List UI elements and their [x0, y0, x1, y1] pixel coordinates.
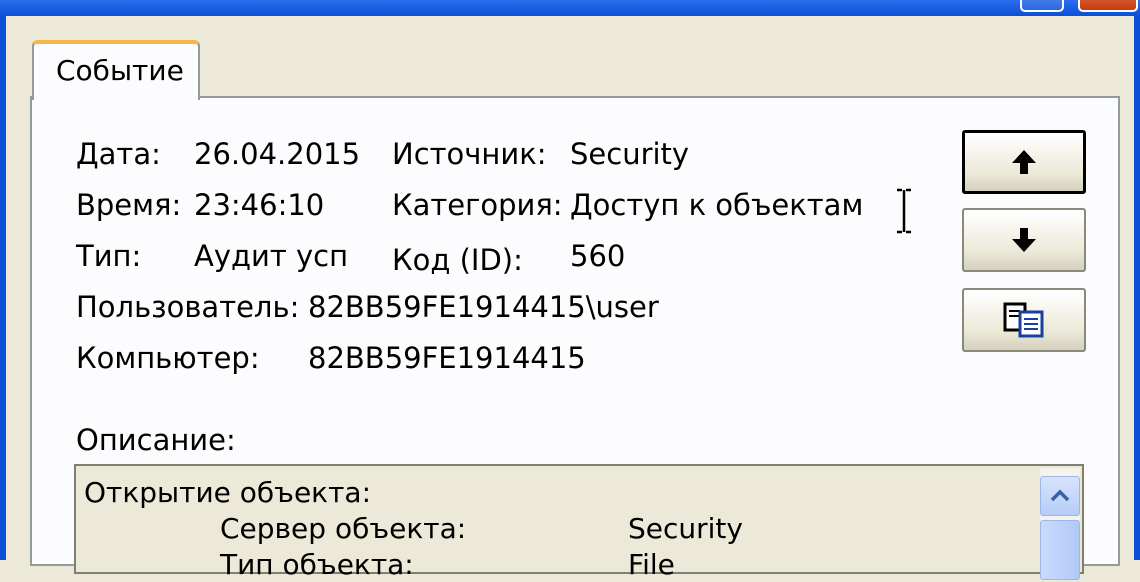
date-value: 26.04.2015 — [194, 137, 361, 171]
description-line-key: Тип объекта: — [220, 548, 414, 581]
description-textbox[interactable]: Открытие объекта: Сервер объекта: Securi… — [74, 464, 1084, 581]
user-label: Пользователь: — [76, 290, 300, 324]
computer-label: Компьютер: — [76, 341, 260, 375]
tab-event-label: Событие — [56, 54, 184, 87]
id-label: Код (ID): — [392, 243, 523, 277]
category-label: Категория: — [392, 188, 563, 222]
id-value: 560 — [570, 239, 626, 273]
date-label: Дата: — [76, 137, 161, 171]
description-scrollbar[interactable] — [1040, 468, 1080, 580]
type-label: Тип: — [76, 239, 142, 273]
window-frame-right — [1134, 16, 1140, 560]
source-label: Источник: — [392, 137, 547, 171]
computer-value: 82BB59FE1914415 — [308, 341, 586, 375]
description-line-key: Открытие объекта: — [84, 476, 371, 509]
ibeam-cursor-icon — [894, 188, 914, 238]
copy-button[interactable] — [962, 288, 1086, 352]
title-bar — [0, 0, 1140, 16]
time-label: Время: — [76, 188, 182, 222]
chevron-up-icon — [1050, 489, 1070, 502]
time-value: 23:46:10 — [194, 188, 325, 222]
previous-event-button[interactable] — [962, 130, 1086, 194]
description-line-value: Security — [628, 512, 743, 545]
scroll-thumb[interactable] — [1040, 520, 1080, 580]
tab-event[interactable]: Событие — [32, 40, 200, 100]
help-button[interactable] — [1020, 0, 1064, 12]
close-button[interactable] — [1078, 0, 1138, 12]
description-line-value: File — [628, 548, 675, 581]
user-value: 82BB59FE1914415\user — [308, 290, 659, 324]
type-value: Аудит усп — [194, 239, 349, 273]
description-line-key: Сервер объекта: — [220, 512, 467, 545]
next-event-button[interactable] — [962, 208, 1086, 272]
description-label: Описание: — [76, 423, 236, 457]
scroll-up-button[interactable] — [1040, 476, 1080, 516]
category-value: Доступ к объектам — [570, 188, 864, 222]
source-value: Security — [570, 137, 690, 171]
